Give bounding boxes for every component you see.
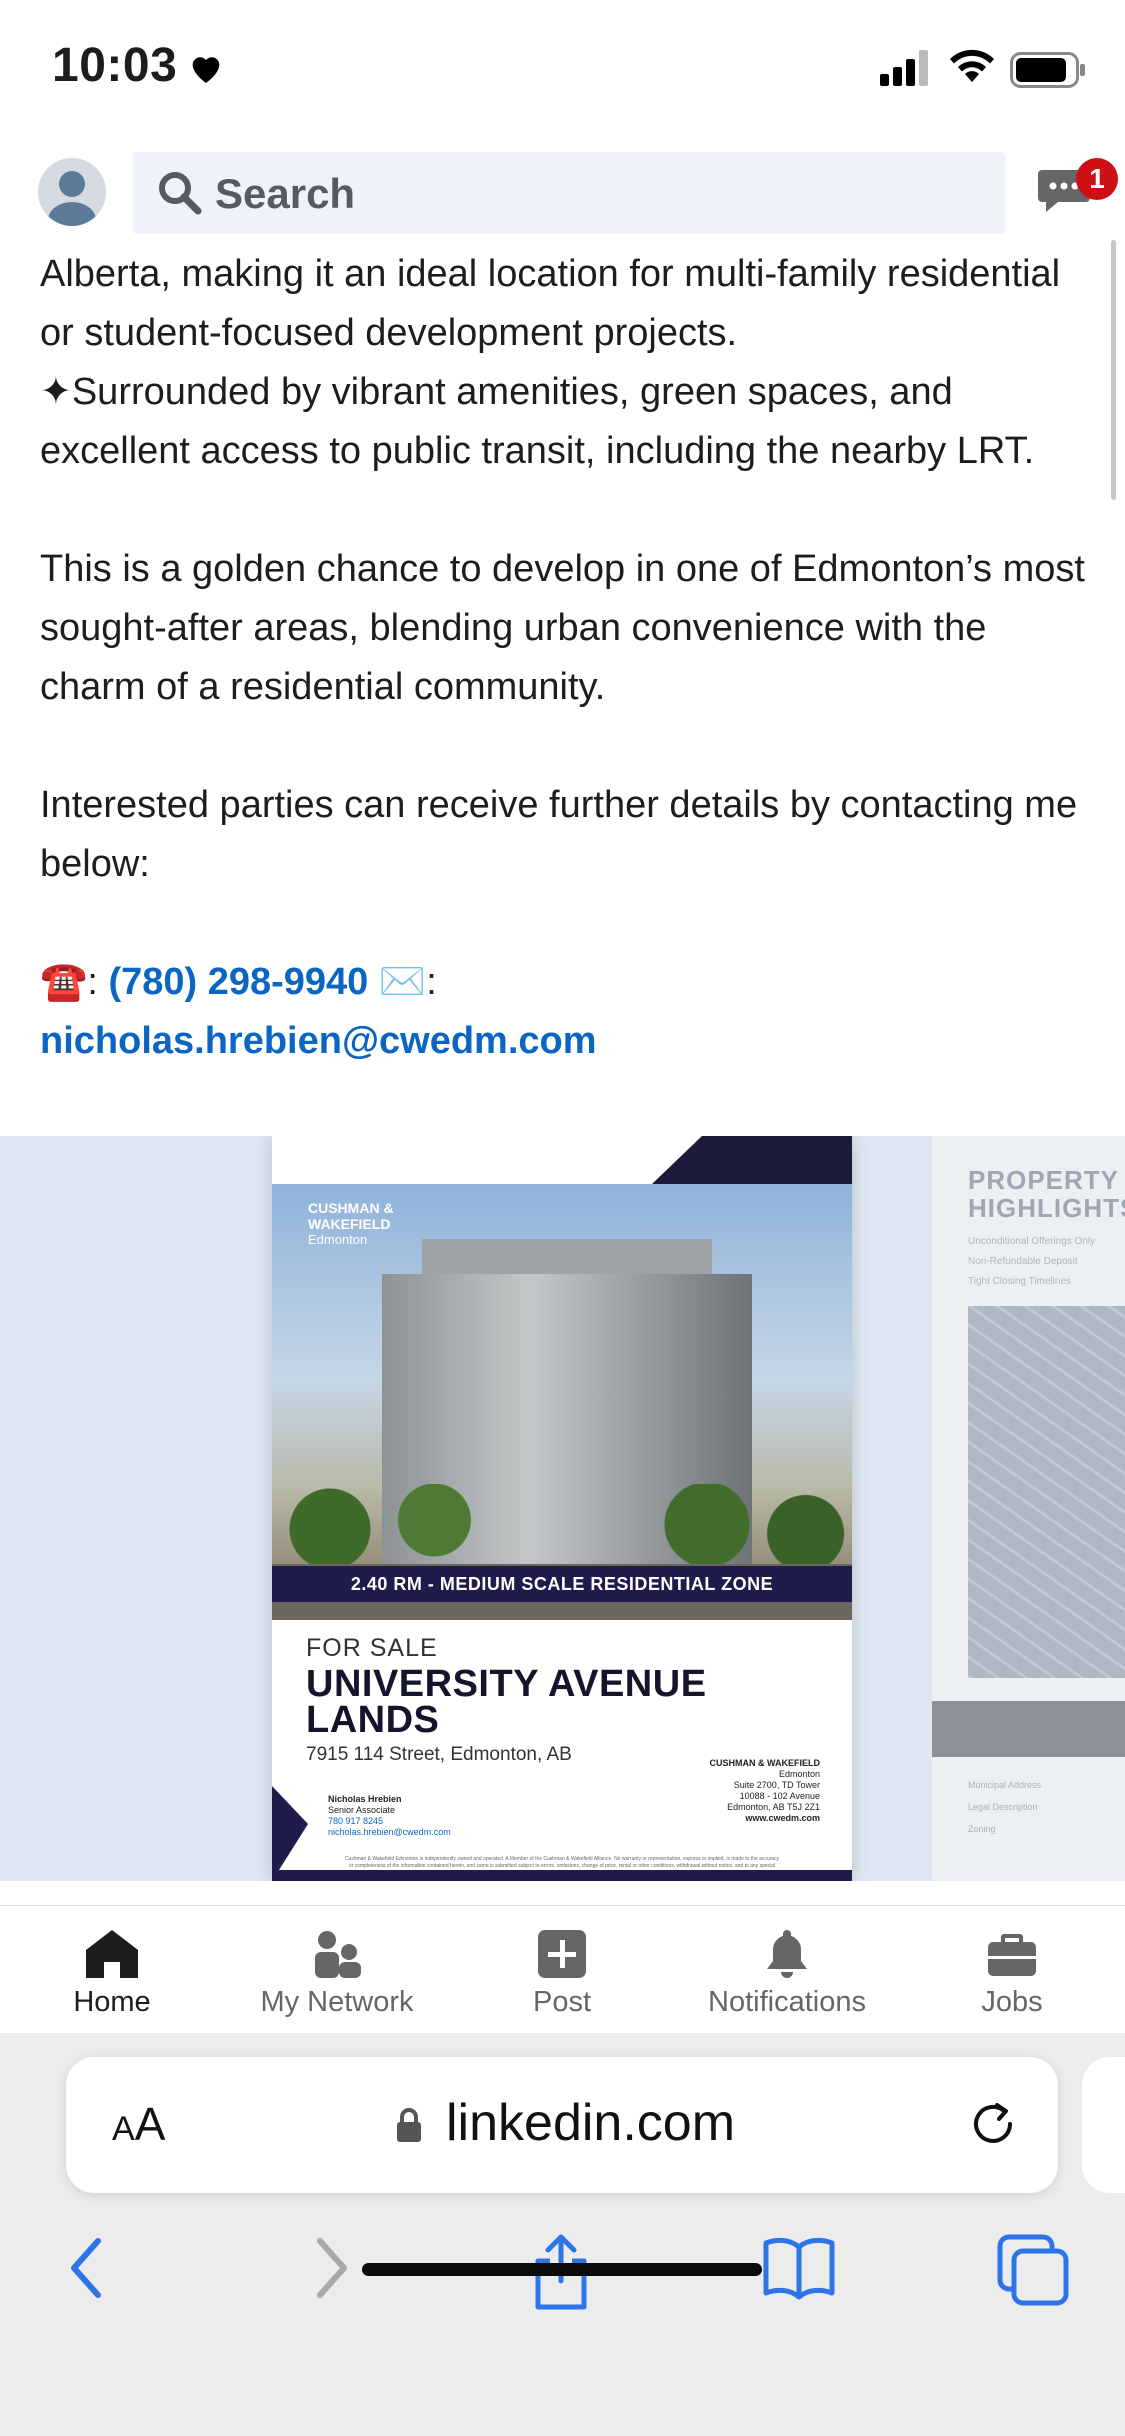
aerial-map-image — [968, 1306, 1125, 1678]
property-highlights-title: PROPERTY HIGHLIGHTS — [968, 1165, 1125, 1223]
search-input[interactable]: Search — [133, 152, 1005, 234]
listing-address: 7915 114 Street, Edmonton, AB — [306, 1744, 572, 1765]
search-icon — [159, 172, 202, 215]
post-paragraph: Interested parties can receive further d… — [40, 784, 1078, 885]
avatar[interactable] — [38, 158, 106, 226]
post-paragraph: ✦Surrounded by vibrant amenities, green … — [40, 371, 1035, 472]
cushman-wakefield-logo: CUSHMAN & WAKEFIELD Edmonton — [308, 1200, 394, 1247]
browser-toolbar — [0, 2233, 1125, 2323]
contact-line: ☎️: (780) 298-9940 ✉️: — [40, 953, 1100, 1012]
highlights-list: Unconditional Offerings Only Non-Refunda… — [968, 1236, 1096, 1287]
brochure-page-1[interactable]: CUSHMAN & WAKEFIELD Edmonton 2.40 RM - M… — [272, 1136, 852, 1881]
office-address-block: CUSHMAN & WAKEFIELD Edmonton Suite 2700,… — [709, 1758, 821, 1823]
post-image-carousel[interactable]: CUSHMAN & WAKEFIELD Edmonton 2.40 RM - M… — [0, 1136, 1125, 1881]
listing-title: UNIVERSITY AVENUE LANDS — [306, 1663, 707, 1741]
default-avatar-icon — [48, 171, 96, 226]
plus-square-icon — [538, 1930, 586, 1978]
zoning-banner: 2.40 RM - MEDIUM SCALE RESIDENTIAL ZONE — [272, 1566, 852, 1602]
back-icon[interactable] — [62, 2233, 112, 2303]
nav-label: My Network — [260, 1986, 414, 2018]
next-tab-preview[interactable] — [1082, 2057, 1125, 2193]
email-link[interactable]: nicholas.hrebien@cwedm.com — [40, 1020, 597, 1062]
app-header: Search 1 — [0, 140, 1125, 248]
home-indicator[interactable] — [362, 2263, 762, 2276]
nav-notifications[interactable]: Notifications — [687, 1926, 887, 2019]
wifi-icon — [950, 49, 994, 82]
post-paragraph: This is a golden chance to develop in on… — [40, 548, 1085, 708]
envelope-emoji-icon: ✉️ — [378, 961, 427, 1003]
status-bar: 10:03 — [0, 0, 1125, 140]
scrollbar[interactable] — [1111, 240, 1116, 500]
home-icon — [86, 1930, 138, 1978]
nav-jobs[interactable]: Jobs — [912, 1926, 1112, 2019]
nav-home[interactable]: Home — [12, 1926, 212, 2019]
contact-separator: : — [87, 961, 98, 1003]
post-paragraph: Alberta, making it an ideal location for… — [40, 253, 1061, 354]
building-rendering-image: CUSHMAN & WAKEFIELD Edmonton — [272, 1184, 852, 1620]
property-details-table: Municipal Address Legal Description Zoni… — [968, 1780, 1042, 1834]
agent-contact-block: Nicholas Hrebien Senior Associate 780 91… — [272, 1758, 852, 1881]
agent-title: Senior Associate — [328, 1805, 396, 1815]
cellular-signal-icon — [880, 50, 928, 86]
agent-phone: 780 917 8245 — [328, 1816, 384, 1826]
safari-toolbar: AA linkedin.com — [0, 2033, 1125, 2436]
forward-icon[interactable] — [306, 2233, 356, 2303]
nav-label: Post — [532, 1986, 592, 2018]
tabs-icon[interactable] — [996, 2233, 1070, 2307]
nav-post[interactable]: Post — [462, 1926, 662, 2019]
brochure-page-2[interactable]: PROPERTY HIGHLIGHTS Unconditional Offeri… — [932, 1136, 1125, 1881]
for-sale-label: FOR SALE — [306, 1634, 438, 1662]
bell-icon — [767, 1930, 807, 1978]
heart-icon — [192, 57, 220, 83]
battery-icon — [1010, 52, 1085, 88]
url-text: linkedin.com — [446, 2094, 736, 2152]
agent-name: Nicholas Hrebien — [328, 1794, 402, 1804]
contact-separator: : — [426, 961, 437, 1003]
nav-label: Notifications — [708, 1986, 866, 2018]
clock-time: 10:03 — [52, 39, 178, 92]
post-body: Alberta, making it an ideal location for… — [40, 245, 1100, 1071]
bottom-navigation: Home My Network Post Notifications Jobs — [0, 1905, 1125, 2034]
phone-link[interactable]: (780) 298-9940 — [108, 961, 368, 1003]
nav-label: Jobs — [981, 1986, 1043, 2018]
lock-icon — [397, 2108, 421, 2142]
briefcase-icon — [988, 1934, 1036, 1976]
page-settings-button[interactable]: AA — [112, 2097, 165, 2151]
address-bar[interactable]: AA linkedin.com — [66, 2057, 1058, 2193]
network-icon — [315, 1931, 361, 1978]
bookmarks-icon[interactable] — [760, 2233, 838, 2303]
nav-my-network[interactable]: My Network — [237, 1926, 437, 2019]
agent-email: nicholas.hrebien@cwedm.com — [328, 1827, 451, 1837]
messages-badge: 1 — [1076, 158, 1118, 200]
telephone-emoji-icon: ☎️ — [40, 961, 88, 1003]
nav-label: Home — [73, 1986, 151, 2018]
search-placeholder: Search — [215, 170, 356, 217]
reload-icon[interactable] — [966, 2097, 1020, 2151]
